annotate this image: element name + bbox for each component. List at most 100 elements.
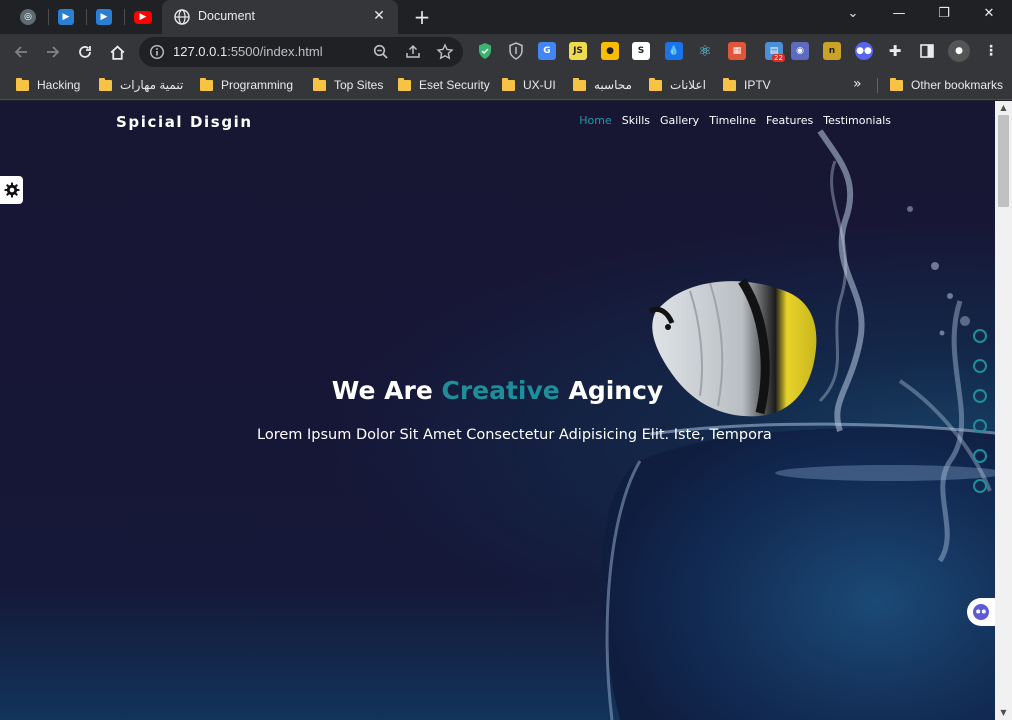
folder-icon (723, 77, 736, 91)
pinned-tab-youtube[interactable]: ▶ (126, 5, 160, 29)
nav-link-home[interactable]: Home (579, 114, 611, 127)
folder-icon (313, 77, 326, 91)
maximize-button[interactable]: ❐ (921, 0, 967, 30)
nav-link-timeline[interactable]: Timeline (709, 114, 756, 127)
bookmark-folder[interactable]: محاسبه (573, 76, 632, 94)
extension-count-badge: 22 (772, 54, 785, 62)
shield-outline-extension-icon[interactable] (507, 42, 525, 60)
youtube-icon: ▶ (134, 10, 152, 24)
reload-icon (79, 46, 91, 58)
pinned-tab-video-2[interactable]: ▶ (87, 5, 121, 29)
zoom-icon[interactable] (372, 43, 390, 61)
scroll-down-arrow[interactable]: ▼ (999, 708, 1008, 717)
folder-icon (200, 77, 213, 91)
pinned-tab-chatgpt[interactable]: ◎ (11, 5, 45, 29)
js-extension-icon[interactable]: JS (569, 42, 587, 60)
nav-link-testimonials[interactable]: Testimonials (823, 114, 891, 127)
section-bullet[interactable] (973, 449, 987, 463)
url-text: 127.0.0.1:5500/index.html (173, 44, 323, 59)
bookmark-folder[interactable]: Hacking (16, 76, 80, 94)
nav-link-skills[interactable]: Skills (622, 114, 650, 127)
puzzle-extensions-icon[interactable]: ✚ (886, 42, 904, 60)
folder-icon (99, 77, 112, 91)
side-panel-icon[interactable] (918, 42, 936, 60)
scroll-up-arrow[interactable]: ▲ (999, 103, 1008, 112)
menu-kebab-icon[interactable]: ⋮ (982, 42, 1000, 60)
bookmarks-bar: Hacking تنمية مهارات Programming Top Sit… (0, 70, 1012, 100)
tab-strip: ◎ ▶ ▶ ▶ Document ✕ + ⌄ — ❐ ✕ (0, 0, 1012, 34)
minimize-button[interactable]: — (876, 0, 922, 30)
assistant-widget-button[interactable] (967, 598, 995, 626)
other-bookmarks-folder[interactable]: Other bookmarks (890, 76, 1003, 94)
page-viewport: Spicial Disgin Home Skills Gallery Timel… (0, 101, 995, 720)
nav-link-gallery[interactable]: Gallery (660, 114, 699, 127)
hero-title: We Are Creative Agincy (331, 376, 664, 405)
drop-extension-icon[interactable]: 💧 (665, 42, 683, 60)
folder-icon (16, 77, 29, 91)
tab-search-icon[interactable]: ⌄ (830, 0, 876, 30)
arrow-right-icon (47, 46, 60, 58)
section-bullet[interactable] (973, 479, 987, 493)
screen-extension-icon[interactable]: ◉ (791, 42, 809, 60)
browser-toolbar: 127.0.0.1:5500/index.html G JS ● S 💧 ⚛ ▦… (0, 34, 1012, 70)
folder-icon (649, 77, 662, 91)
react-extension-icon[interactable]: ⚛ (696, 42, 714, 60)
reload-button[interactable] (72, 39, 98, 65)
close-tab-icon[interactable]: ✕ (370, 7, 388, 25)
scroll-thumb[interactable] (998, 115, 1009, 207)
assistant-face-icon (973, 604, 989, 620)
site-logo[interactable]: Spicial Disgin (116, 113, 253, 131)
arrow-left-icon (14, 46, 27, 58)
bookmarks-overflow-button[interactable]: » (853, 76, 862, 92)
folder-icon (890, 77, 903, 91)
page-scrollbar[interactable]: ▲ ▼ (995, 101, 1012, 720)
home-button[interactable] (104, 39, 130, 65)
close-window-button[interactable]: ✕ (966, 0, 1012, 30)
video-icon: ▶ (58, 9, 74, 25)
tab-title: Document (198, 9, 255, 23)
folder-icon (398, 77, 411, 91)
home-icon (110, 44, 124, 60)
bookmark-star-icon[interactable] (436, 43, 454, 61)
hero-background-image (601, 129, 995, 720)
address-bar[interactable]: 127.0.0.1:5500/index.html (139, 37, 463, 67)
bookmark-folder[interactable]: IPTV (723, 76, 771, 94)
site-nav: Home Skills Gallery Timeline Features Te… (579, 114, 891, 127)
back-button[interactable] (8, 39, 34, 65)
forward-button[interactable] (40, 39, 66, 65)
share-icon[interactable] (404, 43, 422, 61)
section-bullet[interactable] (973, 389, 987, 403)
pinned-tab-video-1[interactable]: ▶ (49, 5, 83, 29)
file-extension-icon[interactable]: n (823, 42, 841, 60)
info-icon[interactable] (149, 44, 165, 60)
translate-extension-icon[interactable]: G (538, 42, 556, 60)
bookmark-folder[interactable]: Programming (200, 76, 293, 94)
bookmark-folder[interactable]: Top Sites (313, 76, 383, 94)
section-bullet[interactable] (973, 419, 987, 433)
new-tab-button[interactable]: + (410, 5, 434, 29)
globe-icon (174, 9, 190, 25)
s-extension-icon[interactable]: S (632, 42, 650, 60)
folder-icon (573, 77, 586, 91)
section-bullets (973, 329, 987, 509)
nav-link-features[interactable]: Features (766, 114, 813, 127)
section-bullet[interactable] (973, 329, 987, 343)
bookmark-folder[interactable]: اعلانات (649, 76, 706, 94)
tab-document[interactable]: Document ✕ (162, 0, 398, 34)
shield-green-extension-icon[interactable] (476, 42, 494, 60)
bookmark-folder[interactable]: Eset Security (398, 76, 490, 94)
settings-toggle-button[interactable] (0, 176, 23, 204)
hero-subtitle: Lorem Ipsum Dolor Sit Amet Consectetur A… (257, 427, 772, 443)
discord-extension-icon[interactable]: ●● (855, 42, 873, 60)
color-extension-icon[interactable]: ▦ (728, 42, 746, 60)
section-bullet[interactable] (973, 359, 987, 373)
bookmark-folder[interactable]: تنمية مهارات (99, 76, 183, 94)
profile-avatar[interactable]: ● (948, 40, 970, 62)
chatgpt-icon: ◎ (20, 9, 36, 25)
hero-title-accent: Creative (441, 376, 560, 405)
folder-icon (502, 77, 515, 91)
gear-icon (4, 182, 19, 198)
bookmark-folder[interactable]: UX-UI (502, 76, 556, 94)
video-icon: ▶ (96, 9, 112, 25)
lightbulb-extension-icon[interactable]: ● (601, 42, 619, 60)
